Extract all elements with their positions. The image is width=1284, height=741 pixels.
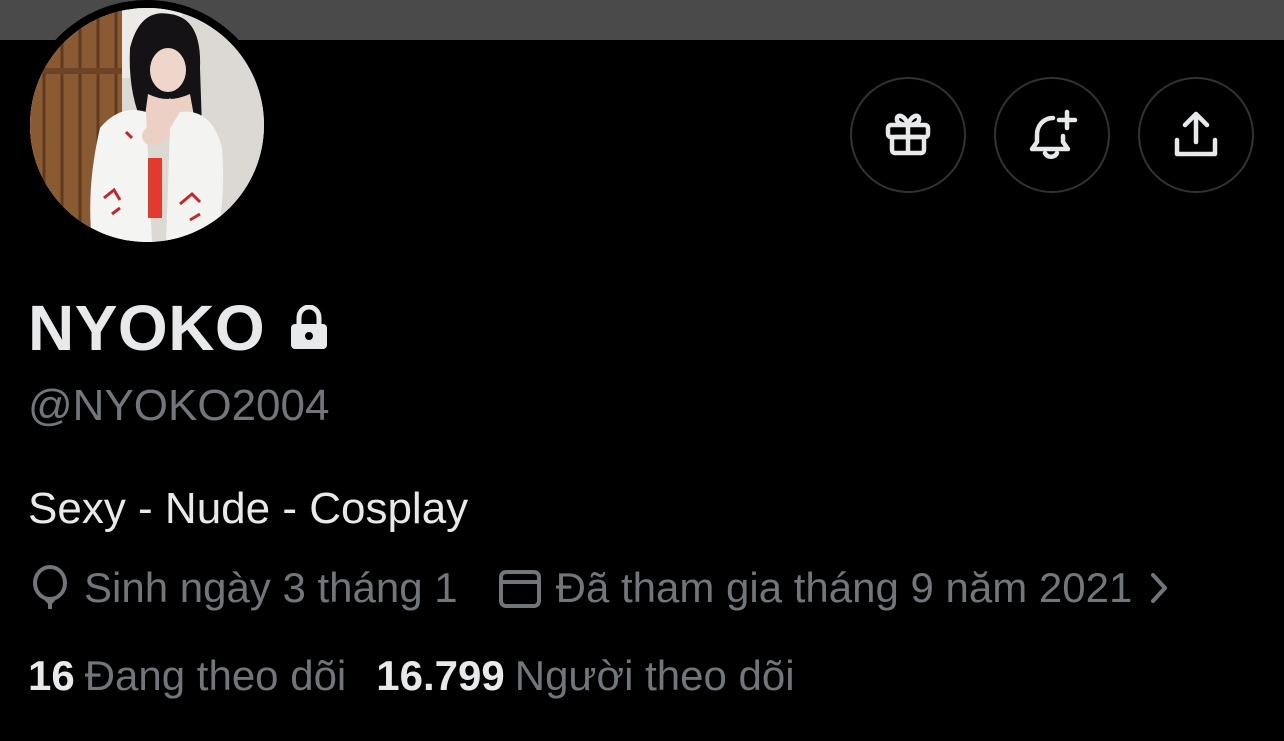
user-handle: @NYOKO2004 [28,381,330,430]
notify-button[interactable] [994,77,1110,193]
name-row: NYOKO [28,290,329,366]
joined-item[interactable]: Đã tham gia tháng 9 năm 2021 [498,564,1171,612]
followers-link[interactable]: 16.799 Người theo dõi [376,652,794,700]
following-count: 16 [28,652,75,699]
bell-plus-icon [1025,108,1079,162]
joined-text: Đã tham gia tháng 9 năm 2021 [555,564,1133,611]
calendar-icon [498,567,542,609]
share-button[interactable] [1138,77,1254,193]
avatar[interactable] [30,8,264,242]
share-icon [1171,110,1221,160]
profile-header: NYOKO @NYOKO2004 Sexy - Nude - Cosplay S… [0,0,1284,741]
profile-meta: Sinh ngày 3 tháng 1 Đã tham gia tháng 9 … [30,560,1170,616]
following-label: Đang theo dõi [84,652,347,699]
followers-count: 16.799 [376,652,505,699]
follow-stats: 16 Đang theo dõi 16.799 Người theo dõi [28,648,795,704]
gift-button[interactable] [850,77,966,193]
lock-icon [289,305,329,351]
profile-bio: Sexy - Nude - Cosplay [28,484,469,533]
birthday-text: Sinh ngày 3 tháng 1 [84,564,458,611]
birthday-item: Sinh ngày 3 tháng 1 [30,564,458,612]
gift-icon [882,109,934,161]
display-name: NYOKO [28,292,266,364]
avatar-frame [22,0,272,250]
balloon-icon [30,565,70,611]
chevron-right-icon[interactable] [1148,570,1170,606]
followers-label: Người theo dõi [514,652,795,699]
following-link[interactable]: 16 Đang theo dõi [28,652,346,700]
